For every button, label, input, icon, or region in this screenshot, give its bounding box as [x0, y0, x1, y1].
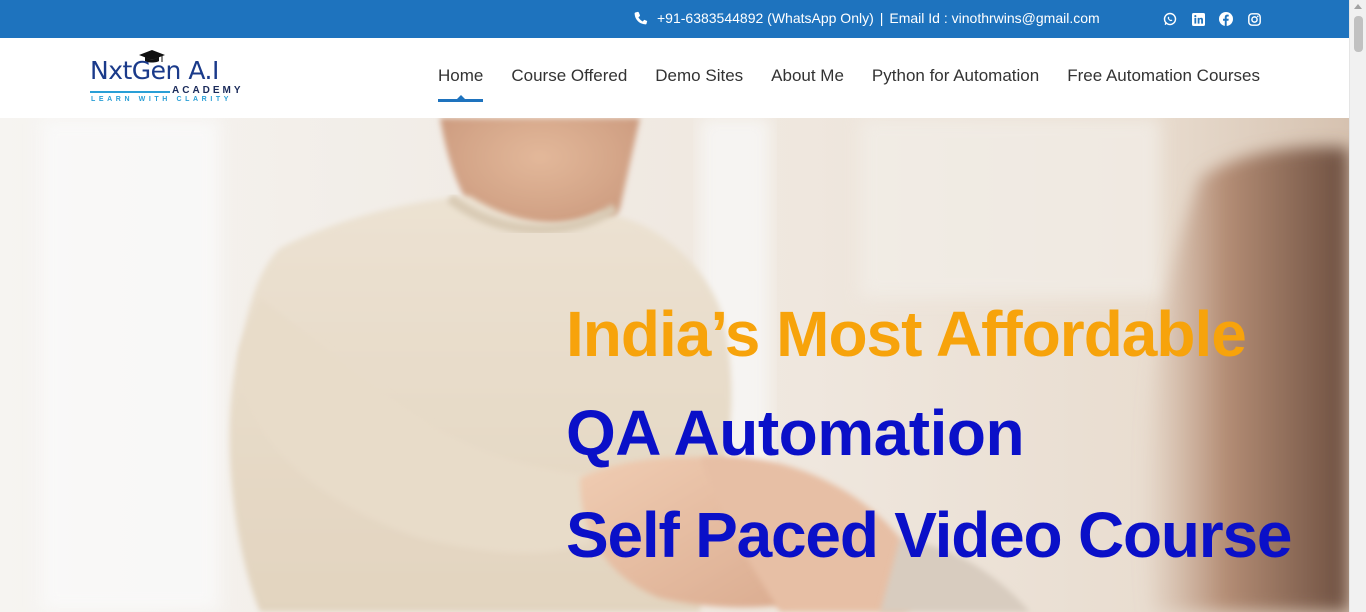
logo-subtitle: ACADEMY [172, 85, 244, 96]
logo-wordmark: NxtGen A.I [90, 56, 219, 85]
logo-underline [90, 91, 170, 93]
phone-number: +91-6383544892 (WhatsApp Only) [657, 10, 874, 26]
scrollbar-thumb[interactable] [1354, 16, 1363, 52]
facebook-link[interactable] [1216, 9, 1236, 29]
linkedin-link[interactable] [1188, 9, 1208, 29]
hero-headline-line2: QA Automation [566, 397, 1025, 469]
facebook-icon [1219, 12, 1233, 26]
contact-info: +91-6383544892 (WhatsApp Only) | Email I… [633, 9, 1100, 27]
hero-banner: India’s Most Affordable QA Automation Se… [0, 118, 1349, 612]
nav-item-home[interactable]: Home [424, 38, 497, 118]
nav-item-free-automation-courses[interactable]: Free Automation Courses [1053, 38, 1274, 118]
hero-headline-line1: India’s Most Affordable [566, 298, 1247, 370]
hero-headline-line3: Self Paced Video Course [566, 499, 1292, 571]
social-links [1160, 9, 1272, 29]
email-address: Email Id : vinothrwins@gmail.com [889, 10, 1100, 26]
page-scrollbar[interactable] [1349, 0, 1366, 612]
instagram-icon [1247, 12, 1261, 26]
logo-tagline: LEARN WITH CLARITY [91, 96, 233, 103]
site-header: NxtGen A.I ACADEMY LEARN WITH CLARITY Ho… [0, 38, 1349, 118]
contact-separator: | [879, 10, 884, 26]
scroll-up-arrow-icon[interactable] [1354, 4, 1362, 9]
main-nav: Home Course Offered Demo Sites About Me … [424, 38, 1274, 118]
site-logo[interactable]: NxtGen A.I ACADEMY LEARN WITH CLARITY [90, 50, 250, 106]
nav-item-about-me[interactable]: About Me [757, 38, 858, 118]
instagram-link[interactable] [1244, 9, 1264, 29]
linkedin-icon [1191, 12, 1205, 26]
phone-icon [634, 11, 648, 25]
nav-item-python-for-automation[interactable]: Python for Automation [858, 38, 1053, 118]
nav-item-course-offered[interactable]: Course Offered [497, 38, 641, 118]
nav-item-demo-sites[interactable]: Demo Sites [641, 38, 757, 118]
top-contact-bar: +91-6383544892 (WhatsApp Only) | Email I… [0, 0, 1349, 38]
whatsapp-icon [1163, 12, 1177, 26]
whatsapp-link[interactable] [1160, 9, 1180, 29]
